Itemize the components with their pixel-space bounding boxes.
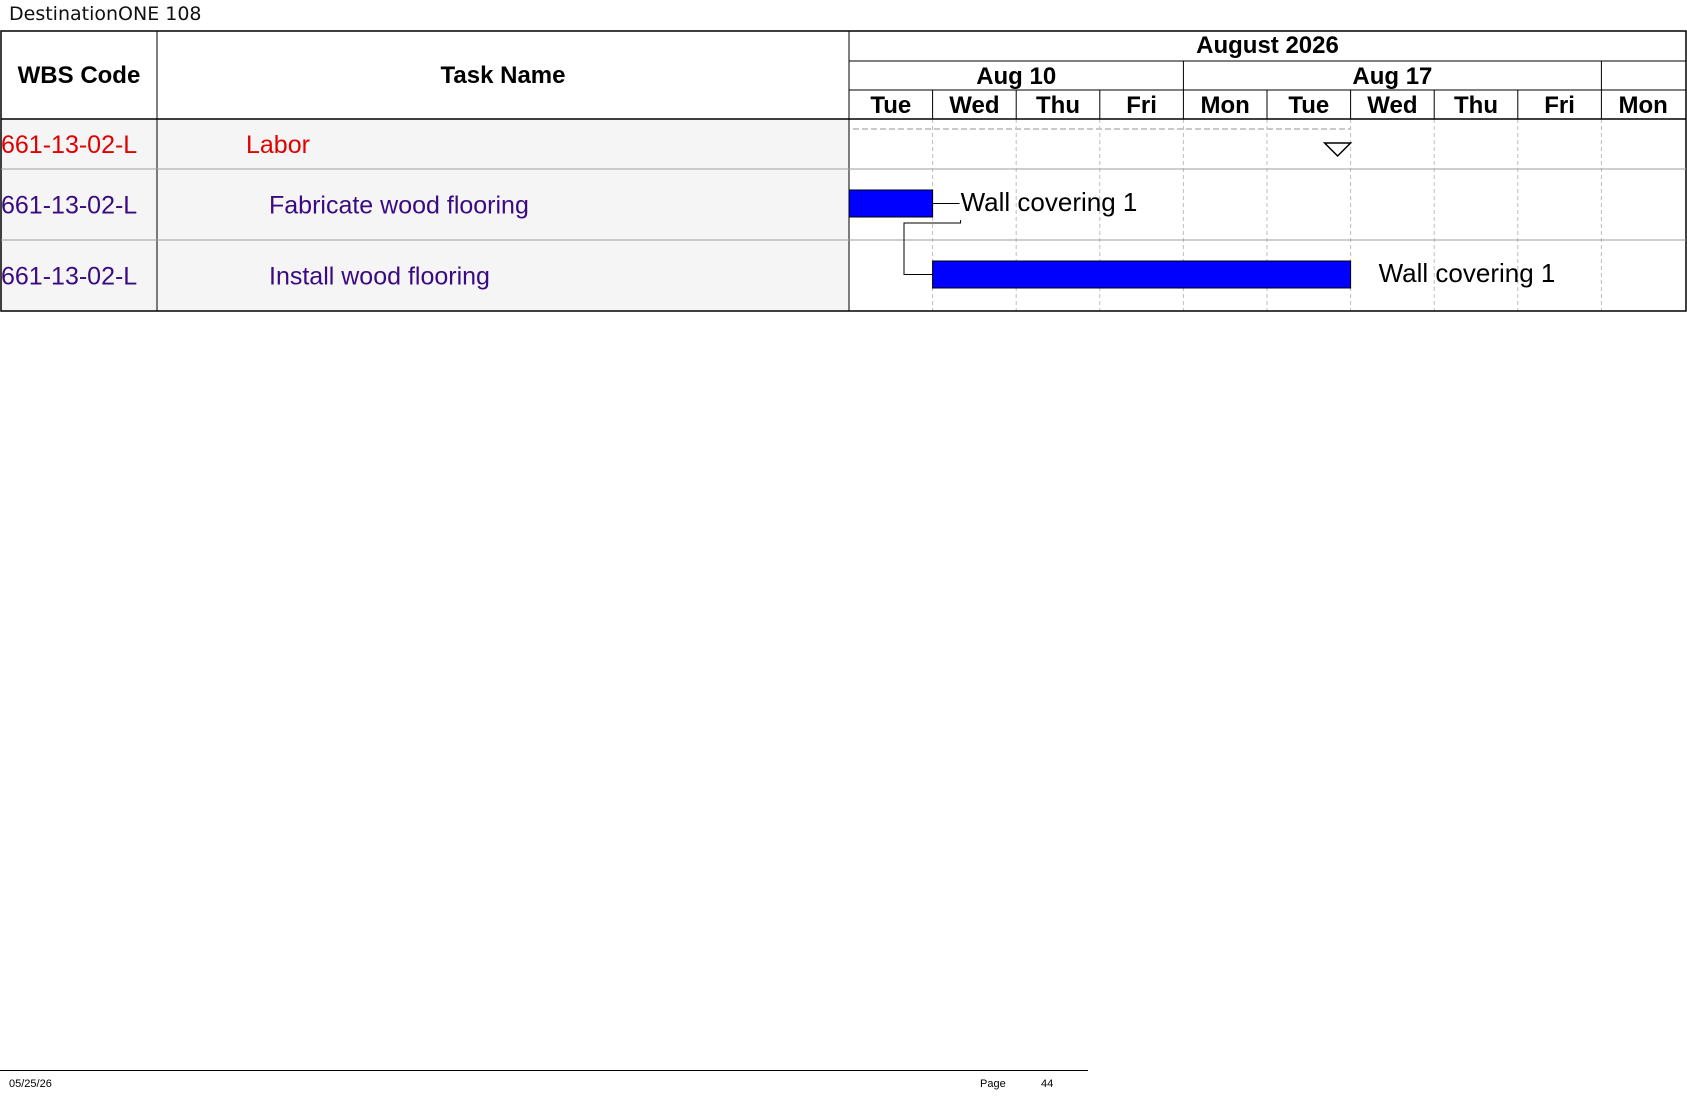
footer-page-number: 44 xyxy=(1041,1078,1054,1090)
summary-end-marker xyxy=(1322,142,1353,158)
wbs-code-cell: 661-13-02-L xyxy=(1,263,137,291)
wbs-column-header: WBS Code xyxy=(18,62,141,89)
task-bar-resource-label: Wall covering 1 xyxy=(961,187,1138,217)
task-bar xyxy=(932,260,1352,289)
day-header: Wed xyxy=(1367,92,1417,119)
day-header: Thu xyxy=(1454,92,1498,119)
day-header: Thu xyxy=(1036,92,1080,119)
day-header: Mon xyxy=(1619,92,1668,119)
footer-divider xyxy=(0,1070,1088,1071)
task-bar-resource-label: Wall covering 1 xyxy=(1379,258,1556,288)
footer-page-label: Page xyxy=(980,1078,1006,1090)
week-header: Aug 10 xyxy=(976,63,1056,90)
task-name-cell: Labor xyxy=(246,131,310,159)
wbs-code-cell: 661-13-02-L xyxy=(1,192,137,220)
task-name-cell: Fabricate wood flooring xyxy=(269,192,529,220)
day-header: Wed xyxy=(949,92,999,119)
task-name-cell: Install wood flooring xyxy=(269,263,490,291)
day-header: Tue xyxy=(1288,92,1329,119)
day-header: Fri xyxy=(1544,92,1575,119)
gantt-chart: WBS Code Task Name August 2026 Aug 10 Aug 17… xyxy=(0,30,1687,312)
week-header: Aug 17 xyxy=(1352,63,1432,90)
month-header: August 2026 xyxy=(1196,32,1339,59)
footer-date: 05/25/26 xyxy=(9,1078,52,1090)
day-header: Fri xyxy=(1126,92,1157,119)
day-header: Mon xyxy=(1201,92,1250,119)
task-column-header: Task Name xyxy=(441,62,566,89)
wbs-code-cell: 661-13-02-L xyxy=(1,131,137,159)
task-bar xyxy=(848,189,934,218)
day-header: Tue xyxy=(870,92,911,119)
